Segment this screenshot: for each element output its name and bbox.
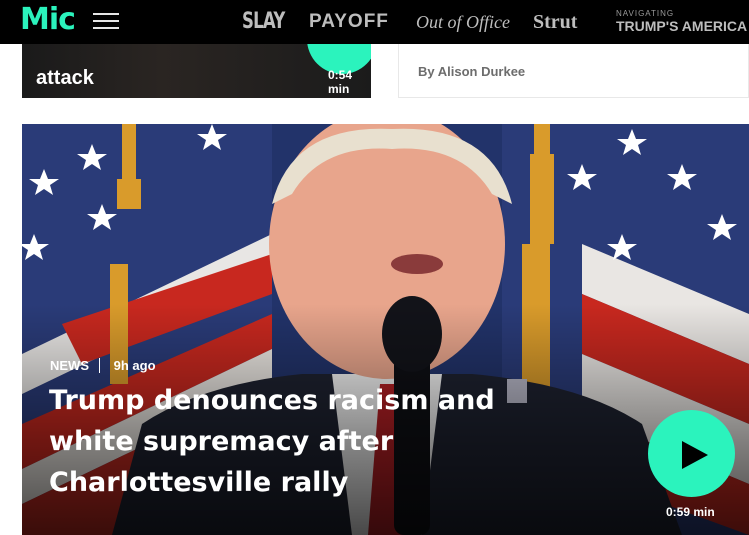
nav-link-strut[interactable]: Strut	[533, 0, 577, 44]
section-links: SLAY PAYOFF Out of Office Strut NAVIGATI…	[0, 0, 749, 44]
hero-video-duration: 0:59 min	[666, 505, 715, 519]
play-icon	[682, 441, 708, 469]
hero-headline[interactable]: Trump denounces racism and white suprema…	[49, 380, 519, 503]
nav-link-payoff[interactable]: PAYOFF	[309, 0, 389, 44]
nav-link-trumps-america-label: TRUMP'S AMERICA	[616, 18, 748, 34]
hero-timestamp: 9h ago	[113, 358, 156, 373]
article-author: By Alison Durkee	[418, 64, 526, 79]
play-button[interactable]	[648, 410, 735, 497]
nav-link-out-of-office[interactable]: Out of Office	[416, 0, 510, 44]
hero-video-card[interactable]: NEWS 9h ago Trump denounces racism and w…	[22, 124, 749, 535]
video-card-title-line: attack	[36, 67, 94, 89]
nav-link-trumps-america-kicker: NAVIGATING	[616, 9, 675, 18]
hero-category[interactable]: NEWS	[50, 358, 100, 373]
video-duration: 0:54 min	[328, 68, 353, 96]
top-navigation: Mic SLAY PAYOFF Out of Office Strut NAVI…	[0, 0, 749, 44]
video-card-charlottesville-attack[interactable]: attack 0:54 min	[22, 44, 371, 98]
hero-meta: NEWS 9h ago	[50, 358, 156, 373]
nav-link-slay[interactable]: SLAY	[242, 0, 285, 44]
video-card-title: attack	[36, 44, 94, 94]
nav-link-trumps-america[interactable]: NAVIGATING TRUMP'S AMERICA	[616, 9, 747, 53]
